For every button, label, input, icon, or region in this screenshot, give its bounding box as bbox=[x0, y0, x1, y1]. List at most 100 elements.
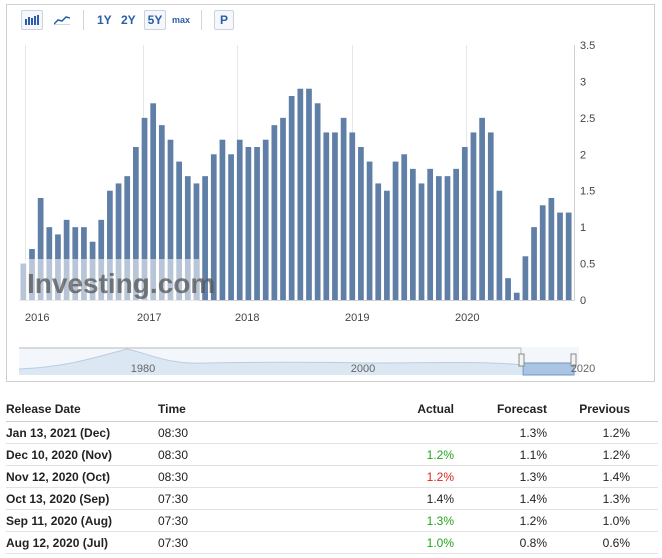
y-tick-label: 1.5 bbox=[580, 186, 595, 198]
row-date: Aug 12, 2020 (Jul) bbox=[6, 531, 158, 554]
row-actual bbox=[318, 421, 454, 444]
bar[interactable] bbox=[358, 147, 364, 300]
bar[interactable] bbox=[332, 132, 338, 300]
bar[interactable] bbox=[522, 256, 529, 300]
bar[interactable] bbox=[479, 117, 485, 300]
bar[interactable] bbox=[262, 139, 269, 300]
row-date: Nov 12, 2020 (Oct) bbox=[6, 465, 158, 488]
row-time: 08:30 bbox=[158, 443, 318, 466]
bar[interactable] bbox=[548, 198, 555, 300]
bar[interactable] bbox=[557, 212, 563, 300]
navigator-label: 2000 bbox=[351, 363, 375, 375]
row-previous: 1.3% bbox=[547, 487, 630, 510]
release-table: Release Date Time Actual Forecast Previo… bbox=[6, 397, 658, 554]
bar[interactable] bbox=[427, 168, 434, 300]
row-spacer bbox=[630, 509, 658, 532]
bar[interactable] bbox=[531, 227, 537, 300]
row-spacer bbox=[630, 531, 658, 554]
y-tick-label: 0 bbox=[580, 295, 586, 307]
row-time: 08:30 bbox=[158, 465, 318, 488]
y-tick-label: 2 bbox=[580, 149, 586, 161]
bar[interactable] bbox=[375, 183, 382, 300]
bar[interactable] bbox=[314, 103, 321, 301]
row-forecast: 1.3% bbox=[454, 421, 547, 444]
bar[interactable] bbox=[254, 147, 260, 300]
bar-chart: 0 0.5 1 1.5 2 2.5 3 3.5 2016 2017 2018 2019 2020 In… bbox=[18, 40, 595, 376]
header-release-date: Release Date bbox=[6, 397, 158, 422]
row-spacer bbox=[630, 443, 658, 466]
row-forecast: 1.2% bbox=[454, 509, 547, 532]
row-actual: 1.2% bbox=[318, 465, 454, 488]
navigator-label: 1980 bbox=[131, 363, 155, 375]
bar[interactable] bbox=[565, 212, 572, 300]
bar[interactable] bbox=[236, 139, 243, 300]
header-forecast: Forecast bbox=[454, 397, 547, 422]
row-actual: 1.0% bbox=[318, 531, 454, 554]
bar[interactable] bbox=[306, 88, 312, 300]
bar[interactable] bbox=[323, 132, 330, 300]
y-tick-label: 1 bbox=[580, 222, 586, 234]
navigator-selection[interactable] bbox=[522, 362, 575, 376]
bar[interactable] bbox=[513, 292, 520, 300]
bar[interactable] bbox=[297, 88, 304, 300]
bar[interactable] bbox=[392, 161, 399, 300]
row-forecast: 1.3% bbox=[454, 465, 547, 488]
navigator-left-handle[interactable] bbox=[518, 353, 525, 367]
navigator[interactable]: 1980 2000 2020 bbox=[18, 347, 595, 376]
bar[interactable] bbox=[219, 139, 226, 300]
row-previous: 1.2% bbox=[547, 421, 630, 444]
row-spacer bbox=[630, 487, 658, 510]
navigator-label: 2020 bbox=[571, 363, 595, 375]
table-row: Dec 10, 2020 (Nov) 08:30 1.2% 1.1% 1.2% bbox=[6, 443, 658, 466]
row-date: Oct 13, 2020 (Sep) bbox=[6, 487, 158, 510]
row-spacer bbox=[630, 465, 658, 488]
x-axis-labels: 2016 2017 2018 2019 2020 bbox=[25, 312, 479, 324]
row-date: Jan 13, 2021 (Dec) bbox=[6, 421, 158, 444]
bar[interactable] bbox=[349, 132, 356, 300]
header-actual: Actual bbox=[318, 397, 454, 422]
bar[interactable] bbox=[245, 147, 252, 300]
bar[interactable] bbox=[453, 168, 459, 300]
bar[interactable] bbox=[539, 205, 546, 300]
y-tick-label: 3 bbox=[580, 76, 586, 88]
y-tick-label: 0.5 bbox=[580, 259, 595, 271]
y-tick-label: 3.5 bbox=[580, 40, 595, 52]
bar[interactable] bbox=[435, 176, 442, 300]
bar[interactable] bbox=[340, 117, 347, 300]
table-row: Sep 11, 2020 (Aug) 07:30 1.3% 1.2% 1.0% bbox=[6, 509, 658, 532]
bar[interactable] bbox=[470, 132, 477, 300]
row-spacer bbox=[630, 421, 658, 444]
bar[interactable] bbox=[487, 132, 494, 300]
bar[interactable] bbox=[401, 154, 408, 300]
bar[interactable] bbox=[280, 117, 286, 300]
bar[interactable] bbox=[228, 154, 234, 300]
row-actual: 1.4% bbox=[318, 487, 454, 510]
row-previous: 1.0% bbox=[547, 509, 630, 532]
x-tick-label: 2020 bbox=[455, 312, 479, 324]
row-date: Dec 10, 2020 (Nov) bbox=[6, 443, 158, 466]
x-tick-label: 2019 bbox=[345, 312, 369, 324]
bar[interactable] bbox=[366, 161, 373, 300]
bar[interactable] bbox=[444, 176, 451, 300]
bar[interactable] bbox=[384, 190, 390, 300]
bar[interactable] bbox=[288, 96, 295, 300]
bar[interactable] bbox=[496, 190, 503, 300]
row-forecast: 1.4% bbox=[454, 487, 547, 510]
row-actual: 1.3% bbox=[318, 509, 454, 532]
bar[interactable] bbox=[461, 147, 468, 300]
table-row: Nov 12, 2020 (Oct) 08:30 1.2% 1.3% 1.4% bbox=[6, 465, 658, 488]
x-tick-label: 2018 bbox=[235, 312, 259, 324]
y-tick-label: 2.5 bbox=[580, 113, 595, 125]
row-time: 07:30 bbox=[158, 487, 318, 510]
watermark: Investing.com bbox=[19, 259, 215, 301]
table-row: Oct 13, 2020 (Sep) 07:30 1.4% 1.4% 1.3% bbox=[6, 487, 658, 510]
row-forecast: 0.8% bbox=[454, 531, 547, 554]
bar[interactable] bbox=[418, 183, 425, 300]
bar[interactable] bbox=[271, 125, 278, 301]
x-tick-label: 2017 bbox=[137, 312, 161, 324]
bar[interactable] bbox=[505, 278, 511, 300]
bar[interactable] bbox=[410, 168, 416, 300]
x-tick-label: 2016 bbox=[25, 312, 49, 324]
row-time: 07:30 bbox=[158, 509, 318, 532]
row-time: 07:30 bbox=[158, 531, 318, 554]
